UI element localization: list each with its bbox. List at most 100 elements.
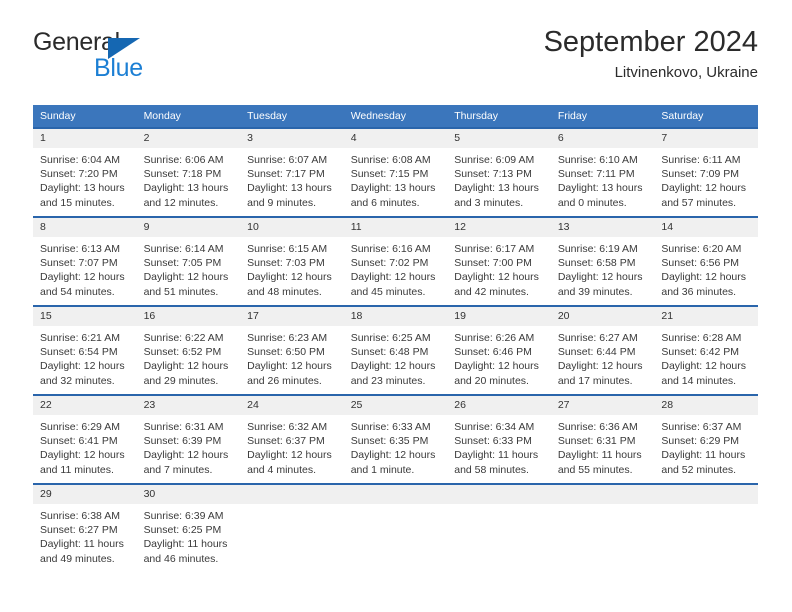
calendar-day-cell[interactable]: 14 Sunrise: 6:20 AM Sunset: 6:56 PM Dayligh…	[654, 216, 758, 306]
day-details: Sunrise: 6:28 AM Sunset: 6:42 PM Daylight:…	[654, 326, 758, 388]
day-details: Sunrise: 6:16 AM Sunset: 7:02 PM Daylight:…	[344, 237, 448, 299]
day-details: Sunrise: 6:22 AM Sunset: 6:52 PM Daylight:…	[137, 326, 241, 388]
calendar-day-cell[interactable]: 5 Sunrise: 6:09 AM Sunset: 7:13 PM Daylight…	[447, 127, 551, 217]
sunset-text: Sunset: 7:13 PM	[454, 168, 532, 181]
calendar-week-row: 22 Sunrise: 6:29 AM Sunset: 6:41 PM Dayligh…	[33, 394, 758, 484]
calendar-day-cell[interactable]: 24 Sunrise: 6:32 AM Sunset: 6:37 PM Dayligh…	[240, 394, 344, 484]
sunrise-text: Sunrise: 6:26 AM	[454, 332, 535, 344]
calendar-day-cell[interactable]: 27 Sunrise: 6:36 AM Sunset: 6:31 PM Dayligh…	[550, 394, 655, 484]
daylight-text-line1: Daylight: 11 hours	[557, 449, 642, 462]
calendar-day-cell[interactable]: 18 Sunrise: 6:25 AM Sunset: 6:48 PM Dayligh…	[343, 305, 448, 395]
calendar-day-cell[interactable]: 10 Sunrise: 6:15 AM Sunset: 7:03 PM Dayligh…	[240, 216, 344, 306]
day-number	[654, 485, 758, 504]
calendar-day-cell[interactable]: 19 Sunrise: 6:26 AM Sunset: 6:46 PM Dayligh…	[447, 305, 551, 395]
calendar-day-cell[interactable]: 13 Sunrise: 6:19 AM Sunset: 6:58 PM Dayligh…	[550, 216, 655, 306]
day-number: 29	[33, 485, 137, 504]
sunset-text: Sunset: 6:50 PM	[247, 346, 325, 359]
calendar-day-cell[interactable]: 17 Sunrise: 6:23 AM Sunset: 6:50 PM Dayligh…	[240, 305, 344, 395]
calendar-day-cell[interactable]: 30 Sunrise: 6:39 AM Sunset: 6:25 PM Dayligh…	[136, 483, 241, 573]
day-details: Sunrise: 6:32 AM Sunset: 6:37 PM Daylight:…	[240, 415, 344, 477]
calendar-day-cell[interactable]: 21 Sunrise: 6:28 AM Sunset: 6:42 PM Dayligh…	[654, 305, 758, 395]
daylight-text-line2: and 1 minute.	[350, 463, 415, 476]
calendar-week-row: 1 Sunrise: 6:04 AM Sunset: 7:20 PM Daylight…	[33, 127, 758, 217]
calendar-day-cell[interactable]: 12 Sunrise: 6:17 AM Sunset: 7:00 PM Dayligh…	[447, 216, 551, 306]
calendar-day-cell[interactable]: 7 Sunrise: 6:11 AM Sunset: 7:09 PM Daylight…	[654, 127, 758, 217]
daylight-text-line1: Daylight: 11 hours	[40, 538, 124, 551]
calendar-day-cell[interactable]: 2 Sunrise: 6:06 AM Sunset: 7:18 PM Daylight…	[136, 127, 241, 217]
daylight-text-line1: Daylight: 12 hours	[661, 182, 747, 195]
sunrise-text: Sunrise: 6:08 AM	[350, 154, 431, 166]
sunrise-text: Sunrise: 6:37 AM	[661, 421, 742, 433]
daylight-text-line2: and 4 minutes.	[247, 463, 317, 476]
sunset-text: Sunset: 7:03 PM	[247, 257, 325, 270]
sunset-text: Sunset: 6:48 PM	[350, 346, 429, 359]
daylight-text-line1: Daylight: 12 hours	[350, 449, 436, 462]
calendar-day-cell[interactable]: 28 Sunrise: 6:37 AM Sunset: 6:29 PM Dayligh…	[654, 394, 758, 484]
sunset-text: Sunset: 6:41 PM	[40, 435, 118, 448]
calendar-day-cell[interactable]: 1 Sunrise: 6:04 AM Sunset: 7:20 PM Daylight…	[33, 127, 137, 217]
sunrise-text: Sunrise: 6:20 AM	[661, 243, 742, 255]
daylight-text-line2: and 52 minutes.	[661, 463, 737, 476]
brand-name-general: General	[33, 28, 120, 56]
daylight-text-line1: Daylight: 12 hours	[40, 449, 125, 462]
calendar-day-cell[interactable]: 15 Sunrise: 6:21 AM Sunset: 6:54 PM Dayligh…	[33, 305, 137, 395]
sunrise-text: Sunrise: 6:21 AM	[40, 332, 120, 344]
sunset-text: Sunset: 7:09 PM	[661, 168, 740, 181]
sunset-text: Sunset: 6:29 PM	[661, 435, 740, 448]
day-number: 20	[550, 307, 655, 326]
daylight-text-line2: and 36 minutes.	[661, 285, 737, 298]
sunrise-text: Sunrise: 6:11 AM	[661, 154, 741, 166]
daylight-text-line1: Daylight: 12 hours	[143, 449, 229, 462]
day-details: Sunrise: 6:09 AM Sunset: 7:13 PM Daylight:…	[447, 148, 551, 210]
day-details: Sunrise: 6:39 AM Sunset: 6:25 PM Daylight:…	[137, 504, 241, 566]
sunset-text: Sunset: 7:15 PM	[350, 168, 429, 181]
calendar-day-cell[interactable]: 3 Sunrise: 6:07 AM Sunset: 7:17 PM Daylight…	[240, 127, 344, 217]
sunset-text: Sunset: 6:54 PM	[40, 346, 118, 359]
calendar-day-cell[interactable]: 23 Sunrise: 6:31 AM Sunset: 6:39 PM Dayligh…	[136, 394, 241, 484]
daylight-text-line2: and 49 minutes.	[40, 552, 115, 565]
daylight-text-line1: Daylight: 12 hours	[40, 271, 125, 284]
page-title: September 2024	[543, 26, 758, 58]
calendar-day-cell[interactable]: 6 Sunrise: 6:10 AM Sunset: 7:11 PM Daylight…	[550, 127, 655, 217]
sunrise-text: Sunrise: 6:39 AM	[143, 510, 224, 522]
daylight-text-line2: and 0 minutes.	[557, 196, 627, 209]
sunset-text: Sunset: 6:56 PM	[661, 257, 740, 270]
sunset-text: Sunset: 6:27 PM	[40, 524, 118, 537]
daylight-text-line2: and 57 minutes.	[661, 196, 737, 209]
daylight-text-line1: Daylight: 12 hours	[143, 271, 229, 284]
sunrise-text: Sunrise: 6:38 AM	[40, 510, 120, 522]
calendar-header-row: Sunday Monday Tuesday Wednesday Thursday…	[33, 105, 758, 128]
sunset-text: Sunset: 6:52 PM	[143, 346, 222, 359]
day-number: 7	[654, 129, 758, 148]
day-number: 1	[33, 129, 137, 148]
daylight-text-line2: and 54 minutes.	[40, 285, 115, 298]
day-details: Sunrise: 6:34 AM Sunset: 6:33 PM Daylight:…	[447, 415, 551, 477]
daylight-text-line2: and 42 minutes.	[454, 285, 529, 298]
calendar-day-cell[interactable]: 20 Sunrise: 6:27 AM Sunset: 6:44 PM Dayligh…	[550, 305, 655, 395]
calendar-day-cell[interactable]: 9 Sunrise: 6:14 AM Sunset: 7:05 PM Daylight…	[136, 216, 241, 306]
calendar-day-cell[interactable]: 29 Sunrise: 6:38 AM Sunset: 6:27 PM Dayligh…	[33, 483, 137, 573]
daylight-text-line2: and 39 minutes.	[557, 285, 633, 298]
daylight-text-line2: and 11 minutes.	[40, 463, 114, 476]
sunrise-text: Sunrise: 6:10 AM	[557, 154, 638, 166]
calendar-day-cell[interactable]: 4 Sunrise: 6:08 AM Sunset: 7:15 PM Daylight…	[343, 127, 448, 217]
sunrise-text: Sunrise: 6:09 AM	[454, 154, 535, 166]
day-details: Sunrise: 6:31 AM Sunset: 6:39 PM Daylight:…	[137, 415, 241, 477]
calendar-day-cell[interactable]: 26 Sunrise: 6:34 AM Sunset: 6:33 PM Dayligh…	[447, 394, 551, 484]
sunrise-text: Sunrise: 6:32 AM	[247, 421, 328, 433]
day-details: Sunrise: 6:38 AM Sunset: 6:27 PM Daylight:…	[33, 504, 137, 566]
calendar-day-cell[interactable]: 22 Sunrise: 6:29 AM Sunset: 6:41 PM Dayligh…	[33, 394, 137, 484]
calendar-day-cell-empty	[654, 483, 758, 573]
brand-logo[interactable]: General Blue	[33, 28, 253, 86]
daylight-text-line1: Daylight: 11 hours	[454, 449, 539, 462]
sunset-text: Sunset: 7:11 PM	[557, 168, 635, 181]
calendar-day-cell[interactable]: 25 Sunrise: 6:33 AM Sunset: 6:35 PM Dayligh…	[343, 394, 448, 484]
sunset-text: Sunset: 7:05 PM	[143, 257, 222, 270]
calendar-day-cell[interactable]: 11 Sunrise: 6:16 AM Sunset: 7:02 PM Dayligh…	[343, 216, 448, 306]
weekday-header-sunday: Sunday	[33, 105, 137, 128]
day-details: Sunrise: 6:08 AM Sunset: 7:15 PM Daylight:…	[344, 148, 448, 210]
calendar-day-cell[interactable]: 16 Sunrise: 6:22 AM Sunset: 6:52 PM Dayligh…	[136, 305, 241, 395]
daylight-text-line2: and 32 minutes.	[40, 374, 115, 387]
daylight-text-line1: Daylight: 11 hours	[661, 449, 746, 462]
calendar-day-cell[interactable]: 8 Sunrise: 6:13 AM Sunset: 7:07 PM Daylight…	[33, 216, 137, 306]
